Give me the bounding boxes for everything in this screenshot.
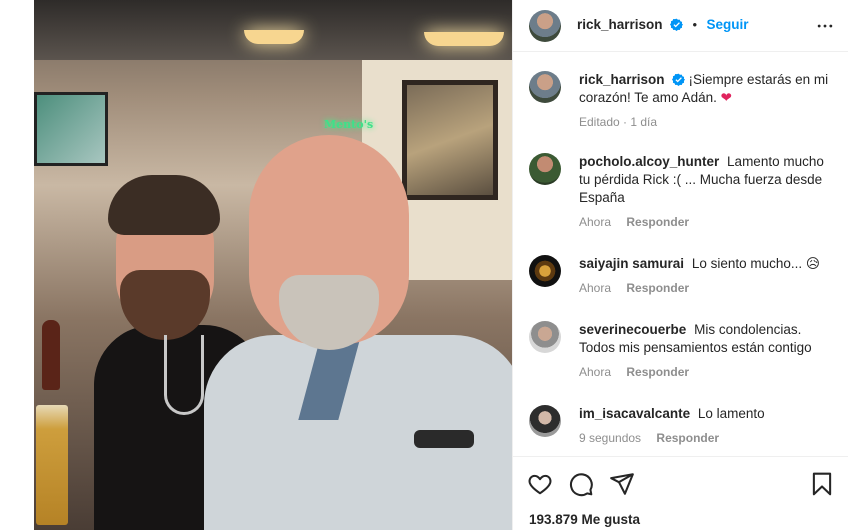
- follow-button[interactable]: Seguir: [706, 17, 748, 32]
- verified-badge-icon: [670, 18, 683, 31]
- post-header: rick_harrison • Seguir: [513, 0, 848, 52]
- heart-emoji: ❤: [720, 90, 732, 105]
- reply-button[interactable]: Responder: [626, 281, 689, 295]
- photo-neon-sign: Mento's: [324, 118, 374, 131]
- comment-text: Lo siento mucho... 😥: [691, 256, 820, 271]
- photo-lamp: [244, 30, 304, 44]
- verified-badge-icon: [671, 73, 685, 86]
- header-user-line: rick_harrison • Seguir: [577, 16, 748, 34]
- post-actions-bar: 193.879 Me gusta: [513, 456, 848, 530]
- caption-username[interactable]: rick_harrison: [579, 72, 665, 87]
- avatar[interactable]: [529, 153, 561, 185]
- comment-text: Lo lamento: [697, 406, 765, 421]
- bookmark-icon[interactable]: [809, 471, 835, 497]
- post-photo-panel: Mento's: [0, 0, 512, 530]
- photo-left-margin: [0, 0, 34, 530]
- comment-time: Ahora: [579, 365, 612, 379]
- avatar[interactable]: [529, 255, 561, 287]
- photo-tv-screen: [34, 92, 108, 166]
- comment-username[interactable]: pocholo.alcoy_hunter: [579, 154, 719, 169]
- header-username[interactable]: rick_harrison: [577, 17, 663, 32]
- avatar[interactable]: [529, 405, 561, 437]
- likes-count[interactable]: 193.879 Me gusta: [529, 512, 640, 527]
- comment-username[interactable]: severinecouerbe: [579, 322, 686, 337]
- separator-dot: •: [692, 17, 698, 32]
- heart-icon[interactable]: [527, 471, 553, 497]
- reply-button[interactable]: Responder: [656, 431, 719, 445]
- photo-person-right: [204, 135, 512, 530]
- comment-time: Ahora: [579, 281, 612, 295]
- caption-meta: Editado · 1 día: [579, 113, 835, 131]
- comment-username[interactable]: im_isacavalcante: [579, 406, 690, 421]
- comment-username[interactable]: saiyajin samurai: [579, 256, 684, 271]
- reply-button[interactable]: Responder: [626, 365, 689, 379]
- more-options-icon[interactable]: [815, 16, 835, 36]
- reply-button[interactable]: Responder: [626, 215, 689, 229]
- caption-time: Editado · 1 día: [579, 115, 658, 129]
- photo-beer-glass: [36, 405, 68, 525]
- comments-list[interactable]: rick_harrison ¡Siempre estarás en mi cor…: [513, 53, 848, 455]
- post-photo[interactable]: Mento's: [34, 0, 512, 530]
- comment-time: 9 segundos: [579, 431, 642, 445]
- photo-lamp: [424, 32, 504, 46]
- avatar[interactable]: [529, 71, 561, 103]
- avatar[interactable]: [529, 10, 561, 42]
- post-side-panel: rick_harrison • Seguir rick_harrison ¡Si…: [512, 0, 848, 530]
- comment-time: Ahora: [579, 215, 612, 229]
- send-icon[interactable]: [609, 471, 635, 497]
- photo-bottle: [42, 320, 60, 390]
- avatar[interactable]: [529, 321, 561, 353]
- comment-icon[interactable]: [568, 471, 594, 497]
